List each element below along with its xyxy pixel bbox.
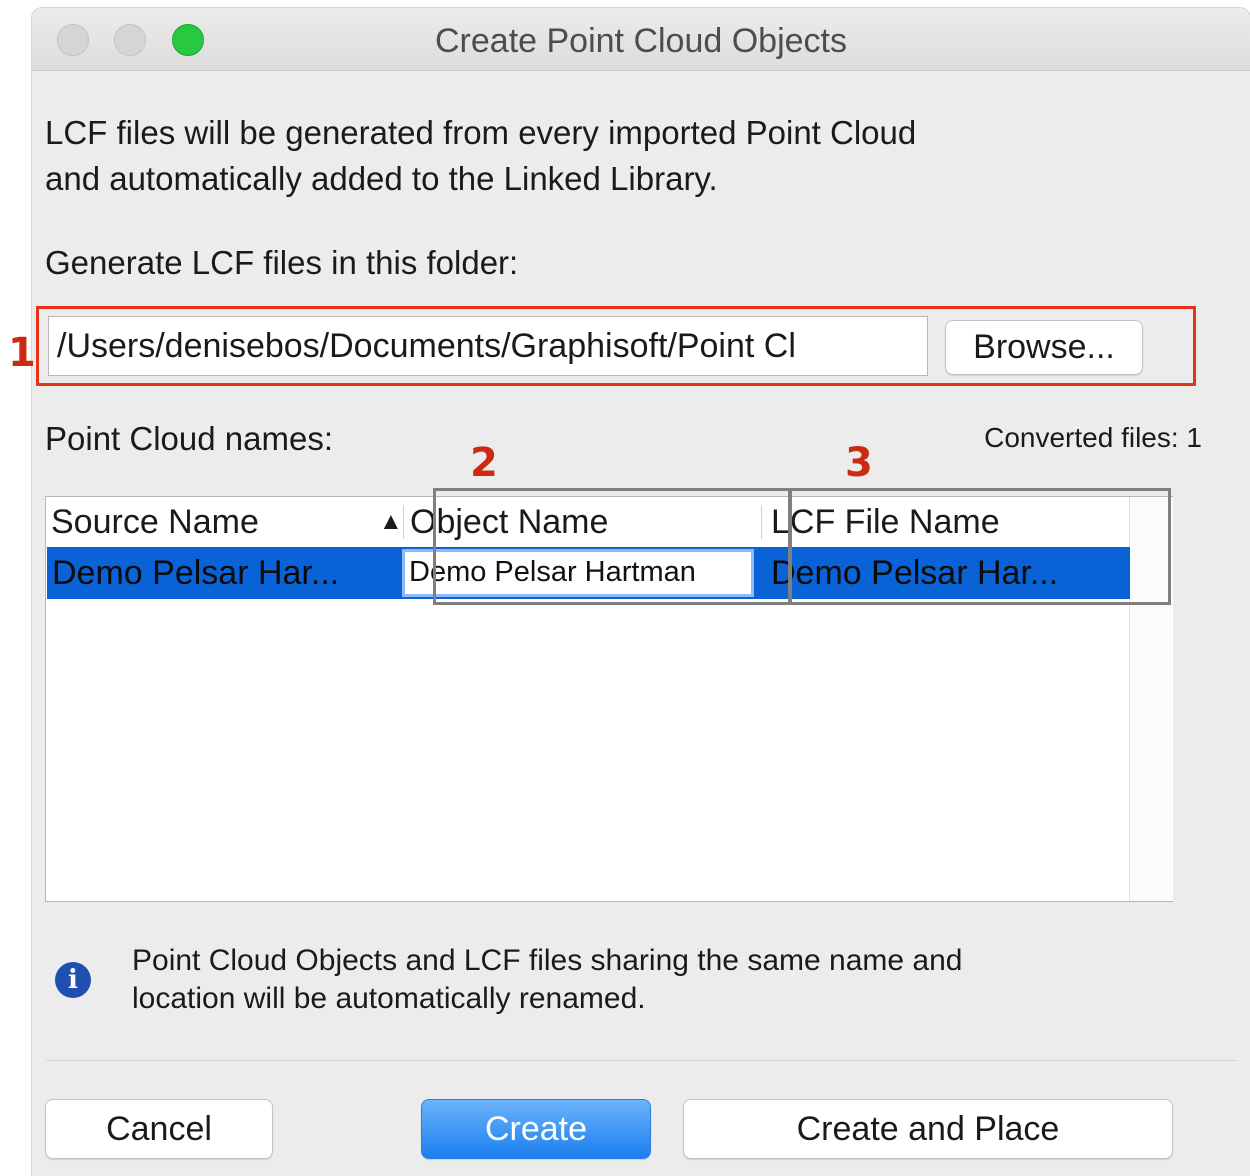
folder-path-field[interactable]: /Users/denisebos/Documents/Graphisoft/Po… — [48, 316, 928, 376]
info-line-2: location will be automatically renamed. — [132, 982, 646, 1015]
info-message: Point Cloud Objects and LCF files sharin… — [132, 942, 1132, 1018]
column-divider[interactable] — [403, 505, 404, 539]
sort-ascending-icon: ▲ — [379, 508, 403, 535]
converted-files-count: Converted files: 1 — [984, 422, 1202, 453]
window-title: Create Point Cloud Objects — [435, 22, 847, 60]
annotation-marker-2: 2 — [470, 440, 498, 486]
point-cloud-names-label: Point Cloud names: — [45, 420, 333, 457]
intro-line-2: and automatically added to the Linked Li… — [45, 160, 718, 197]
create-button[interactable]: Create — [421, 1099, 651, 1159]
intro-line-1: LCF files will be generated from every i… — [45, 114, 917, 151]
footer-divider — [46, 1060, 1236, 1061]
create-and-place-button[interactable]: Create and Place — [683, 1099, 1173, 1159]
info-icon: i — [55, 962, 91, 998]
cancel-button[interactable]: Cancel — [45, 1099, 273, 1159]
intro-text: LCF files will be generated from every i… — [45, 110, 1165, 202]
annotation-box-object-name — [433, 488, 791, 605]
info-line-1: Point Cloud Objects and LCF files sharin… — [132, 944, 963, 977]
folder-label: Generate LCF files in this folder: — [45, 244, 519, 281]
title-bar: Create Point Cloud Objects — [32, 8, 1250, 71]
annotation-box-lcf-file-name — [789, 488, 1171, 605]
browse-button[interactable]: Browse... — [945, 320, 1143, 375]
annotation-marker-3: 3 — [845, 440, 873, 486]
cell-source-name: Demo Pelsar Har... — [52, 554, 340, 592]
column-header-source-name[interactable]: Source Name — [51, 497, 391, 547]
annotation-marker-1: 1 — [8, 330, 36, 376]
